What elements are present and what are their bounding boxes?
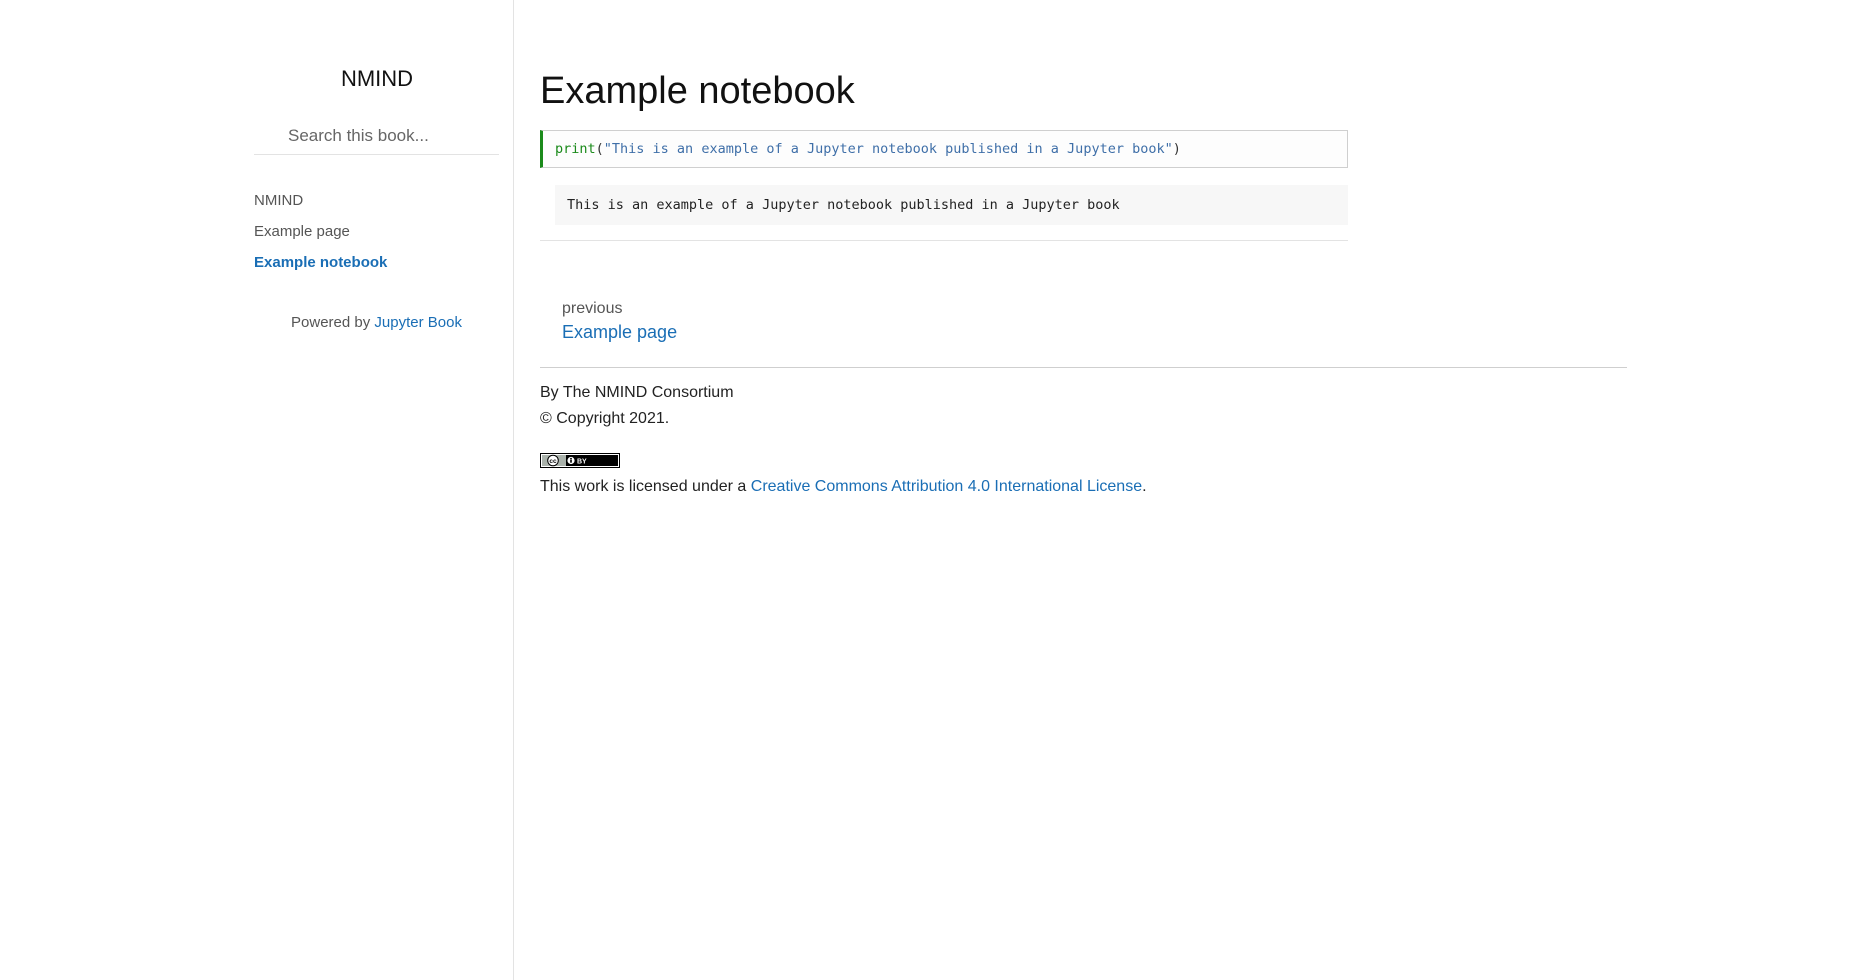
site-brand[interactable]: NMIND <box>254 66 500 92</box>
code-function: print <box>555 141 596 157</box>
code-cell-input[interactable]: print("This is an example of a Jupyter n… <box>540 130 1348 168</box>
svg-text:cc: cc <box>549 458 557 465</box>
prev-page-nav[interactable]: previous Example page <box>562 298 677 344</box>
footer-author: By The NMIND Consortium <box>540 384 734 401</box>
code-cell-output: This is an example of a Jupyter notebook… <box>555 185 1348 225</box>
search-icon <box>260 129 274 143</box>
license-suffix: . <box>1142 478 1147 495</box>
search-box[interactable] <box>254 120 499 155</box>
svg-text:BY: BY <box>577 459 587 466</box>
sidebar-nav: NMIND Example page Example notebook <box>254 190 504 283</box>
powered-by-label: Powered by <box>291 314 375 331</box>
code-string: "This is an example of a Jupyter noteboo… <box>603 141 1173 157</box>
license-text: This work is licensed under a Creative C… <box>540 474 1147 500</box>
sidebar-item-example-notebook[interactable]: Example notebook <box>254 252 504 283</box>
license-prefix: This work is licensed under a <box>540 478 751 495</box>
prev-page-link[interactable]: Example page <box>562 320 677 344</box>
code-open-paren: ( <box>595 141 604 157</box>
license-link[interactable]: Creative Commons Attribution 4.0 Interna… <box>751 478 1142 495</box>
code-close-paren: ) <box>1172 141 1181 157</box>
jupyter-book-link[interactable]: Jupyter Book <box>374 314 462 331</box>
footer-divider <box>540 367 1627 368</box>
prev-label: previous <box>562 300 623 317</box>
sidebar-item-example-page[interactable]: Example page <box>254 221 504 252</box>
sidebar: NMIND NMIND Example page Example noteboo… <box>0 0 514 980</box>
page-title: Example notebook <box>540 70 855 112</box>
cell-divider <box>540 240 1348 241</box>
cc-by-license-badge[interactable]: cc BY <box>540 453 620 468</box>
footer: By The NMIND Consortium © Copyright 2021… <box>540 380 1540 432</box>
search-input[interactable] <box>288 124 493 148</box>
footer-copyright: © Copyright 2021. <box>540 410 670 427</box>
powered-by: Powered by Jupyter Book <box>254 314 499 331</box>
sidebar-item-nmind[interactable]: NMIND <box>254 190 504 221</box>
